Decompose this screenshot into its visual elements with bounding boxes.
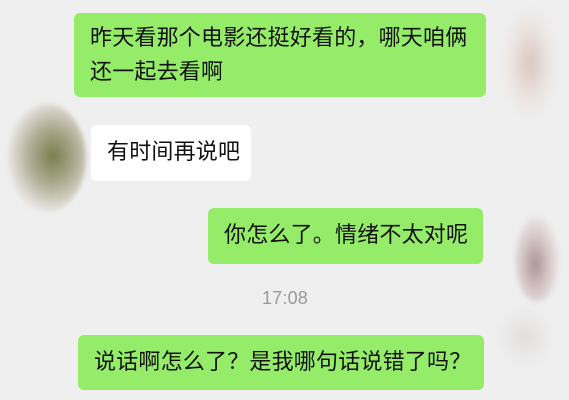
background-blur-top-right [503,8,557,118]
message-text: 昨天看那个电影还挺好看的，哪天咱俩还一起去看啊 [90,26,468,85]
outgoing-message-bubble[interactable]: 昨天看那个电影还挺好看的，哪天咱俩还一起去看啊 [74,13,486,97]
message-text: 说话啊怎么了？是我哪句话说错了吗？ [94,350,472,375]
background-blur-right-middle [515,216,559,302]
message-timestamp: 17:08 [261,288,309,308]
outgoing-message-bubble[interactable]: 说话啊怎么了？是我哪句话说错了吗？ [78,335,484,390]
incoming-message-bubble[interactable]: 有时间再说吧 [91,125,251,181]
message-text: 你怎么了。情绪不太对呢 [224,223,469,248]
background-blur-bottom-right [499,308,551,366]
outgoing-message-bubble[interactable]: 你怎么了。情绪不太对呢 [208,208,483,264]
background-blur-left [8,104,86,212]
message-text: 有时间再说吧 [107,140,241,165]
